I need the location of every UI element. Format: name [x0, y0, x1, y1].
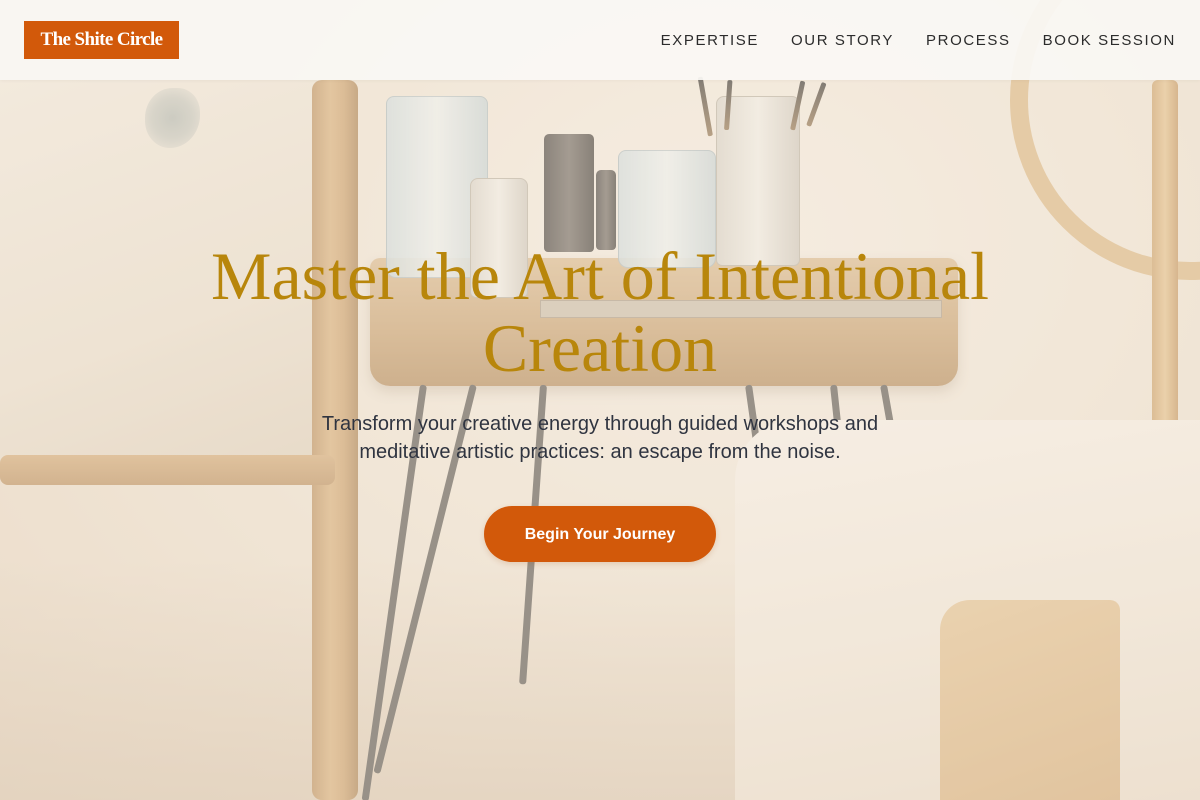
- nav-link-process[interactable]: PROCESS: [926, 32, 1011, 49]
- nav-link-book-session[interactable]: BOOK SESSION: [1043, 32, 1176, 49]
- nav-link-our-story[interactable]: OUR STORY: [791, 32, 894, 49]
- hero-title: Master the Art of Intentional Creation: [210, 238, 989, 386]
- nav-link-expertise[interactable]: EXPERTISE: [661, 32, 759, 49]
- main-nav: EXPERTISE OUR STORY PROCESS BOOK SESSION: [661, 0, 1176, 80]
- site-logo[interactable]: The Shite Circle: [24, 21, 179, 59]
- hero-section: Master the Art of Intentional Creation T…: [0, 240, 1200, 562]
- hero-subtitle: Transform your creative energy through g…: [321, 413, 879, 463]
- site-header: The Shite Circle EXPERTISE OUR STORY PRO…: [0, 0, 1200, 80]
- begin-journey-button[interactable]: Begin Your Journey: [484, 506, 716, 562]
